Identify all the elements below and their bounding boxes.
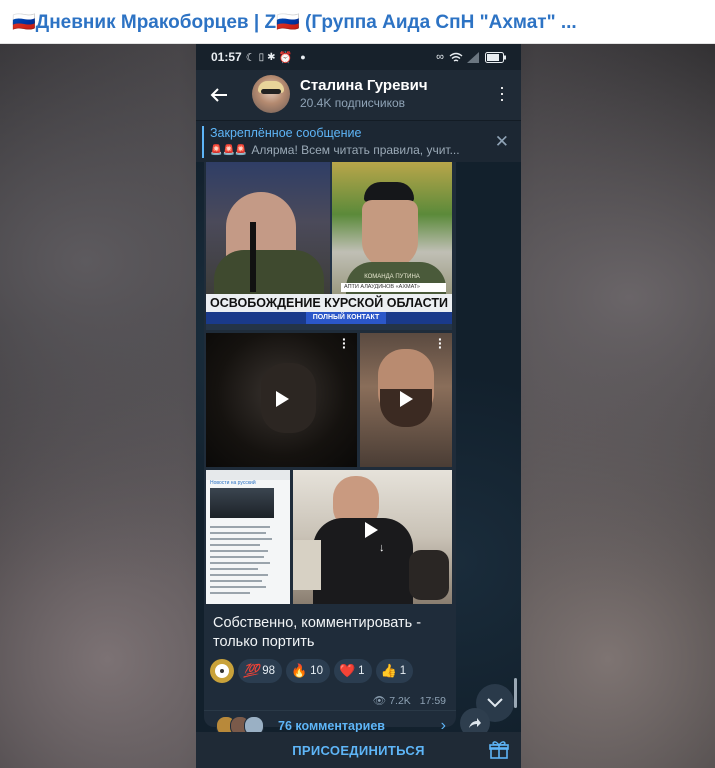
- moon-icon: ☾: [245, 51, 256, 64]
- video-thumbnail-selfie[interactable]: · · ·: [360, 333, 452, 467]
- channel-header: Сталина Гуревич 20.4K подписчиков · · ·: [196, 70, 521, 120]
- wifi-icon: [449, 52, 463, 62]
- video-thumbnail-room[interactable]: ↓: [293, 470, 452, 604]
- play-icon[interactable]: [365, 522, 378, 538]
- pinned-message-bar[interactable]: Закреплённое сообщение 🚨🚨🚨 Алярма! Всем …: [196, 120, 521, 163]
- close-pinned-icon[interactable]: ✕: [495, 132, 509, 152]
- play-icon[interactable]: [400, 391, 413, 407]
- back-arrow-icon[interactable]: [210, 87, 228, 103]
- video-menu-icon[interactable]: · · ·: [342, 333, 348, 354]
- post-meta: 👁 7.2K 17:59: [371, 694, 446, 707]
- post-caption: Собственно, комментировать - только порт…: [213, 615, 422, 650]
- channel-name[interactable]: Сталина Гуревич: [300, 77, 428, 94]
- reaction-count: 1: [399, 665, 407, 677]
- dot-icon: ●: [300, 52, 306, 62]
- heart-icon: ❤️: [338, 663, 356, 678]
- subscriber-count: 20.4K подписчиков: [300, 96, 406, 110]
- reaction-stars-icon[interactable]: [210, 659, 234, 683]
- siren-icon: 🚨🚨🚨: [210, 144, 248, 156]
- reaction-100[interactable]: 💯 98: [238, 659, 282, 683]
- signal-icon: [467, 51, 479, 63]
- vibrate-icon: ▯: [258, 51, 265, 63]
- download-icon[interactable]: ↓: [379, 542, 385, 554]
- banner-subtitle: ПОЛНЫЙ КОНТАКТ: [306, 312, 386, 324]
- gift-icon[interactable]: [489, 740, 509, 760]
- share-icon: [469, 718, 481, 728]
- status-bar: 01:57 ☾ ▯ ✱ ⏰ ● ∞: [196, 44, 521, 70]
- chat-area: КОМАНДА ПУТИНА АПТИ АЛАУДИНОВ «АХМАТ» ОС…: [196, 162, 521, 736]
- video-menu-icon[interactable]: · · ·: [438, 333, 444, 354]
- post-title[interactable]: 🇷🇺Дневник Мракоборцев | Z🇷🇺 (Группа Аида…: [12, 10, 577, 34]
- phone-screen: 01:57 ☾ ▯ ✱ ⏰ ● ∞ Сталина Гуревич 20.4K …: [196, 44, 521, 768]
- shirt-text: КОМАНДА ПУТИНА: [364, 274, 420, 280]
- video-thumbnail-broadcast[interactable]: КОМАНДА ПУТИНА АПТИ АЛАУДИНОВ «АХМАТ» ОС…: [206, 162, 452, 330]
- join-button[interactable]: ПРИСОЕДИНИТЬСЯ: [292, 743, 424, 758]
- pinned-label: Закреплённое сообщение: [210, 126, 362, 140]
- banner-text: ОСВОБОЖДЕНИЕ КУРСКОЙ ОБЛАСТИ: [206, 294, 452, 312]
- reaction-count: 98: [262, 665, 275, 677]
- thumbs-up-icon: 👍: [380, 663, 397, 678]
- hundred-icon: 💯: [243, 663, 260, 678]
- channel-avatar[interactable]: [252, 75, 290, 113]
- reaction-count: 1: [358, 665, 365, 677]
- eye-icon: 👁: [372, 695, 387, 707]
- alarm-icon: ⏰: [278, 51, 293, 64]
- battery-icon: [485, 51, 506, 63]
- video-thumbnail-dark[interactable]: · · ·: [206, 333, 357, 467]
- scrollbar[interactable]: [514, 678, 517, 708]
- bluetooth-icon: ✱: [267, 51, 276, 63]
- image-thumbnail-document[interactable]: Новости на русский: [206, 470, 290, 604]
- comments-count[interactable]: 76 комментариев: [278, 719, 385, 733]
- doc-title: Новости на русский: [210, 480, 256, 486]
- reaction-count: 10: [310, 665, 323, 677]
- more-menu-icon[interactable]: · · ·: [499, 78, 505, 108]
- post-time: 17:59: [419, 695, 446, 707]
- reaction-heart[interactable]: ❤️ 1: [333, 659, 372, 683]
- post-title-bar: 🇷🇺Дневник Мракоборцев | Z🇷🇺 (Группа Аида…: [0, 0, 715, 44]
- reaction-thumbs-up[interactable]: 👍 1: [375, 659, 414, 683]
- pinned-text: Алярма! Всем читать правила, учит...: [251, 143, 460, 157]
- name-tag: АПТИ АЛАУДИНОВ «АХМАТ»: [341, 283, 446, 292]
- chevron-down-icon: [487, 698, 503, 708]
- join-bar: ПРИСОЕДИНИТЬСЯ: [196, 732, 521, 768]
- reactions-bar: 💯 98 🔥 10 ❤️ 1 👍 1: [210, 657, 450, 685]
- view-count: 7.2K: [389, 695, 411, 707]
- reaction-fire[interactable]: 🔥 10: [285, 659, 330, 683]
- link-icon: ∞: [436, 51, 444, 63]
- play-icon[interactable]: [276, 391, 289, 407]
- fire-icon: 🔥: [290, 663, 308, 678]
- status-time: 01:57: [211, 50, 242, 64]
